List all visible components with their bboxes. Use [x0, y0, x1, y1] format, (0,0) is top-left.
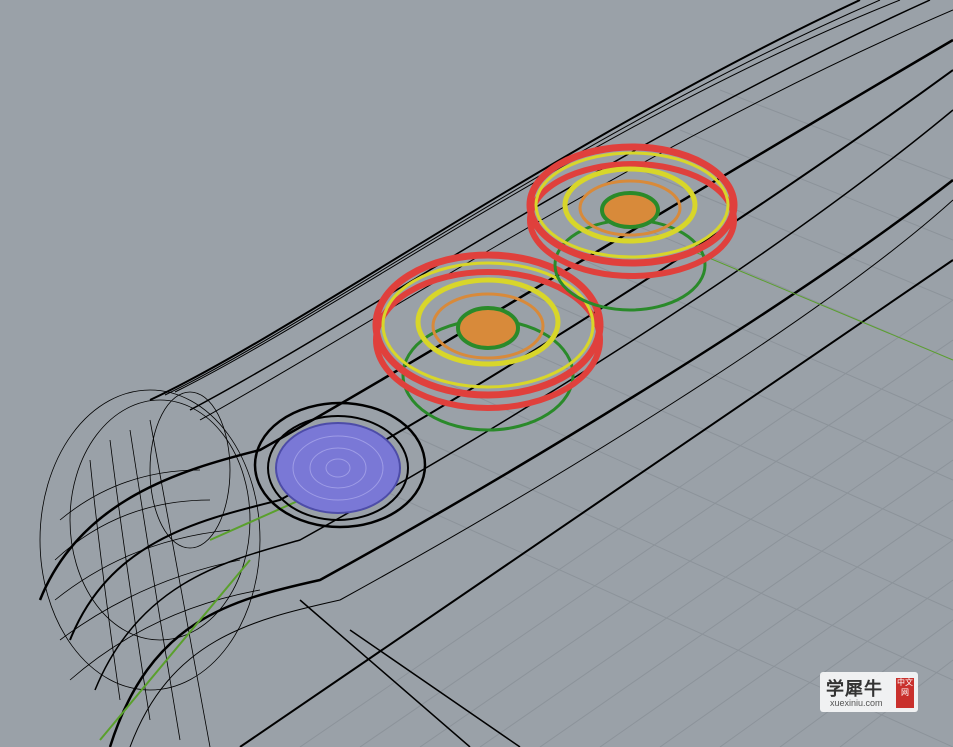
watermark-logo: 学犀牛 xuexiniu.com 中文网 — [820, 672, 918, 712]
body-wireframe[interactable] — [38, 0, 953, 747]
button-middle[interactable] — [372, 251, 604, 432]
viewport-canvas[interactable] — [0, 0, 953, 747]
watermark-url: xuexiniu.com — [830, 698, 883, 708]
perspective-viewport[interactable]: 学犀牛 xuexiniu.com 中文网 — [0, 0, 953, 747]
corner-fillet-mesh[interactable] — [39, 389, 261, 747]
button-blue[interactable] — [253, 401, 427, 529]
watermark-badge: 中文网 — [896, 678, 914, 708]
